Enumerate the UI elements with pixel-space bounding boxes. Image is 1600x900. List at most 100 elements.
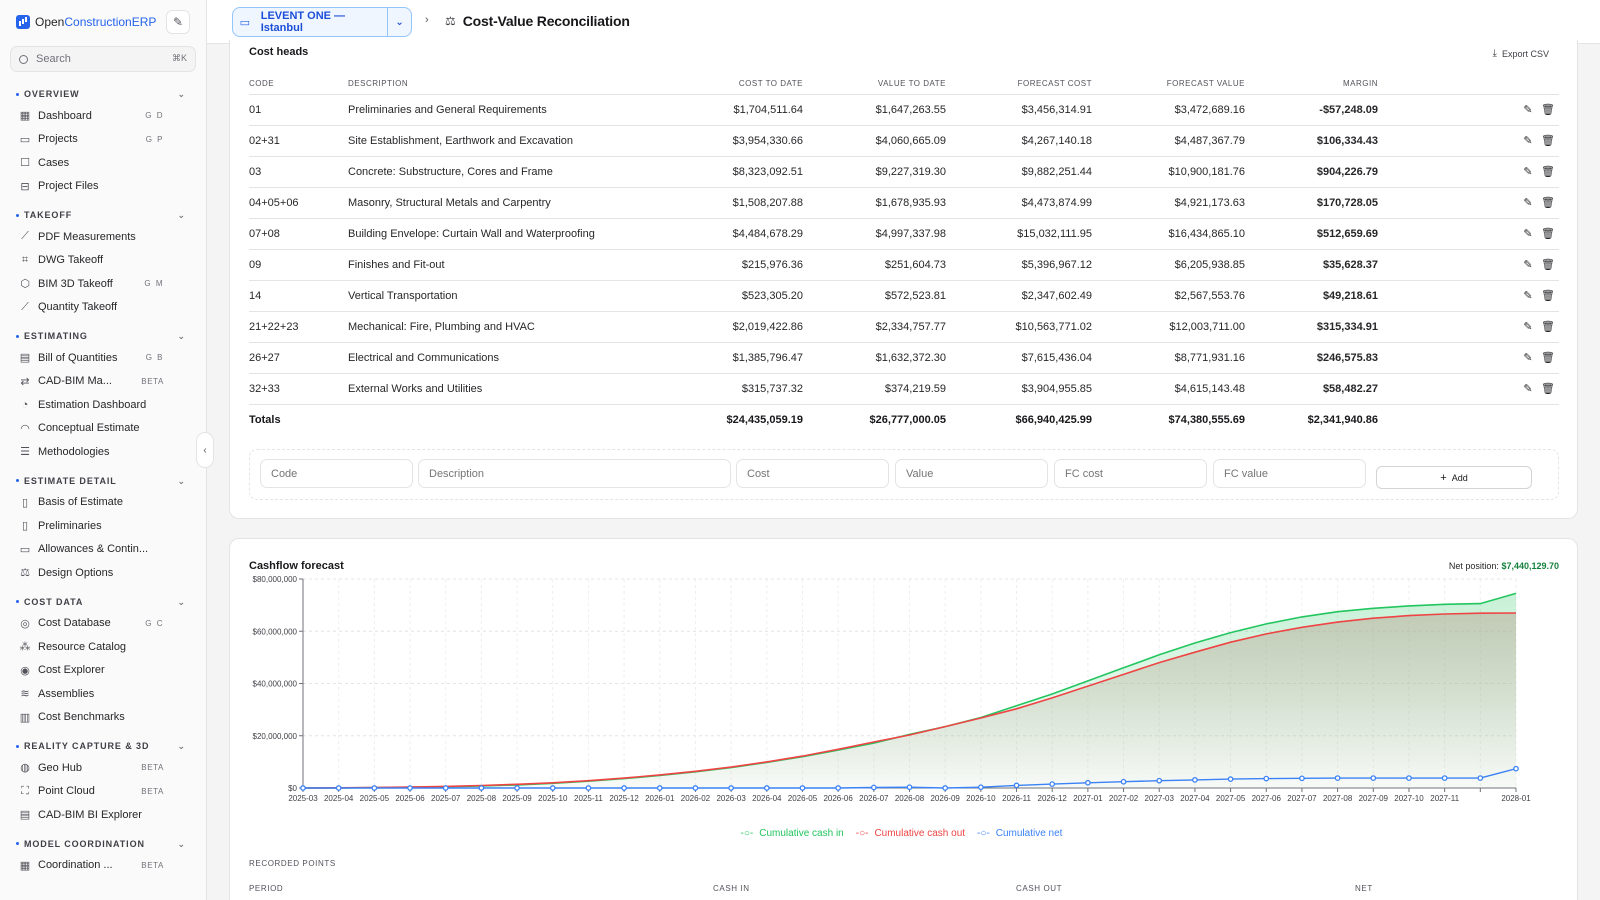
net-point[interactable] [514,785,520,791]
net-point[interactable] [407,785,413,791]
net-point[interactable] [1227,776,1234,782]
edit-pencil-icon[interactable]: ✎ [1521,351,1535,364]
table-row[interactable]: 32+33 External Works and Utilities $315,73… [249,373,1559,405]
sidebar-item[interactable]: ⇄ CAD-BIM Ma... BETA [0,370,206,394]
sidebar-item[interactable]: ▦ Dashboard G D [0,104,206,128]
edit-pencil-icon[interactable]: ✎ [1521,289,1535,302]
sidebar-item[interactable]: ⟋ Quantity Takeoff [0,296,206,320]
trash-icon[interactable]: 🗑 [1541,351,1555,364]
edit-pencil-icon[interactable]: ✎ [1521,103,1535,116]
net-point[interactable] [1334,775,1341,781]
edit-pencil-icon[interactable]: ✎ [1521,165,1535,178]
chevron-down-icon[interactable]: ⌄ [178,210,186,221]
chevron-down-icon[interactable]: ⌄ [178,89,186,100]
collapse-sidebar-button[interactable]: ‹ [196,432,214,468]
edit-pencil-icon[interactable]: ✎ [1521,382,1535,395]
net-point[interactable] [1263,775,1270,782]
net-point[interactable] [835,785,841,791]
sidebar-item[interactable]: ▯ Preliminaries [0,514,206,538]
net-point[interactable] [621,785,627,791]
col-forecast-cost[interactable]: FORECAST COST [946,73,1092,95]
sidebar-item[interactable]: ⚖ Design Options [0,561,206,585]
net-point[interactable] [1477,775,1484,781]
nav-section-header[interactable]: OVERVIEW ⌄ [0,84,206,104]
net-point[interactable] [906,784,913,791]
forecast-cost-input[interactable] [1054,459,1207,488]
cost-input[interactable] [736,459,889,488]
table-row[interactable]: 03 Concrete: Substructure, Cores and Fram… [249,156,1559,188]
value-input[interactable] [895,459,1048,488]
col-margin[interactable]: MARGIN [1245,73,1378,95]
chevron-down-icon[interactable]: ⌄ [178,597,186,608]
sidebar-item[interactable]: ▤ Bill of Quantities G B [0,346,206,370]
sidebar-item[interactable]: ▦ Coordination ... BETA [0,854,206,878]
sidebar-item[interactable]: ☐ Cases [0,151,206,175]
edit-pencil-icon[interactable]: ✎ [166,10,190,34]
table-row[interactable]: 07+08 Building Envelope: Curtain Wall and… [249,218,1559,250]
description-input[interactable] [418,459,731,488]
sidebar-item[interactable]: ⁂ Resource Catalog [0,635,206,659]
net-point[interactable] [656,785,663,791]
sidebar-item[interactable]: ▯ Basis of Estimate [0,491,206,515]
net-point[interactable] [870,784,877,791]
sidebar-item[interactable]: ◠ Conceptual Estimate [0,417,206,441]
net-point[interactable] [1513,765,1519,772]
nav-section-header[interactable]: ESTIMATING ⌄ [0,326,206,346]
net-point[interactable] [1156,777,1163,784]
sidebar-item[interactable]: ⟋ PDF Measurements [0,225,206,249]
chevron-down-icon[interactable]: ⌄ [387,8,411,36]
net-point[interactable] [371,785,378,791]
sidebar-item[interactable]: ▭ Projects G P [0,128,206,152]
table-row[interactable]: 01 Preliminaries and General Requirements… [249,94,1559,126]
net-point[interactable] [478,785,485,791]
project-selector[interactable]: ▭ LEVENT ONE — Istanbul ⌄ [232,7,412,37]
chevron-down-icon[interactable]: ⌄ [178,331,186,342]
legend-item[interactable]: -○- Cumulative net [977,828,1066,839]
chevron-down-icon[interactable]: ⌄ [178,839,186,850]
trash-icon[interactable]: 🗑 [1541,258,1555,271]
net-point[interactable] [763,785,770,791]
sidebar-item[interactable]: ⛶ Point Cloud BETA [0,780,206,804]
col-cost-to-date[interactable]: COST TO DATE [678,73,803,95]
net-point[interactable] [1441,775,1448,781]
nav-section-header[interactable]: COST DATA ⌄ [0,592,206,612]
sidebar-item[interactable]: ▭ Allowances & Contin... [0,538,206,562]
nav-section-header[interactable]: MODEL COORDINATION ⌄ [0,834,206,854]
net-point[interactable] [549,785,556,791]
sidebar-item[interactable]: ☰ Methodologies [0,440,206,464]
table-row[interactable]: 09 Finishes and Fit-out $215,976.36 $251,60… [249,249,1559,281]
sidebar-item[interactable]: ◔ Estimation Dashboard [0,393,206,417]
edit-pencil-icon[interactable]: ✎ [1521,227,1535,240]
net-point[interactable] [1370,775,1377,781]
net-point[interactable] [442,785,449,791]
net-point[interactable] [1085,779,1091,786]
trash-icon[interactable]: 🗑 [1541,134,1555,147]
col-forecast-value[interactable]: FORECAST VALUE [1092,73,1245,95]
net-point[interactable] [728,785,734,791]
net-point[interactable] [1406,775,1412,781]
sidebar-item[interactable]: ⌗ DWG Takeoff [0,249,206,273]
trash-icon[interactable]: 🗑 [1541,227,1555,240]
sidebar-item[interactable]: ⊟ Project Files [0,175,206,199]
trash-icon[interactable]: 🗑 [1541,196,1555,209]
net-point[interactable] [1299,775,1305,782]
table-row[interactable]: 26+27 Electrical and Communications $1,385… [249,342,1559,374]
net-point[interactable] [1120,778,1127,785]
net-point[interactable] [978,784,984,791]
table-row[interactable]: 04+05+06 Masonry, Structural Metals and C… [249,187,1559,219]
net-point[interactable] [300,785,306,791]
net-point[interactable] [1049,781,1056,787]
sidebar-item[interactable]: ◍ Geo Hub BETA [0,756,206,780]
trash-icon[interactable]: 🗑 [1541,289,1555,302]
trash-icon[interactable]: 🗑 [1541,320,1555,333]
edit-pencil-icon[interactable]: ✎ [1521,134,1535,147]
sidebar-item[interactable]: ≋ Assemblies [0,682,206,706]
trash-icon[interactable]: 🗑 [1541,165,1555,178]
chevron-down-icon[interactable]: ⌄ [178,741,186,752]
trash-icon[interactable]: 🗑 [1541,382,1555,395]
edit-pencil-icon[interactable]: ✎ [1521,258,1535,271]
col-code[interactable]: CODE [249,73,348,95]
sidebar-item[interactable]: ▤ CAD-BIM BI Explorer [0,803,206,827]
sidebar-item[interactable]: ◉ Cost Explorer [0,659,206,683]
table-row[interactable]: 14 Vertical Transportation $523,305.20 $572… [249,280,1559,312]
